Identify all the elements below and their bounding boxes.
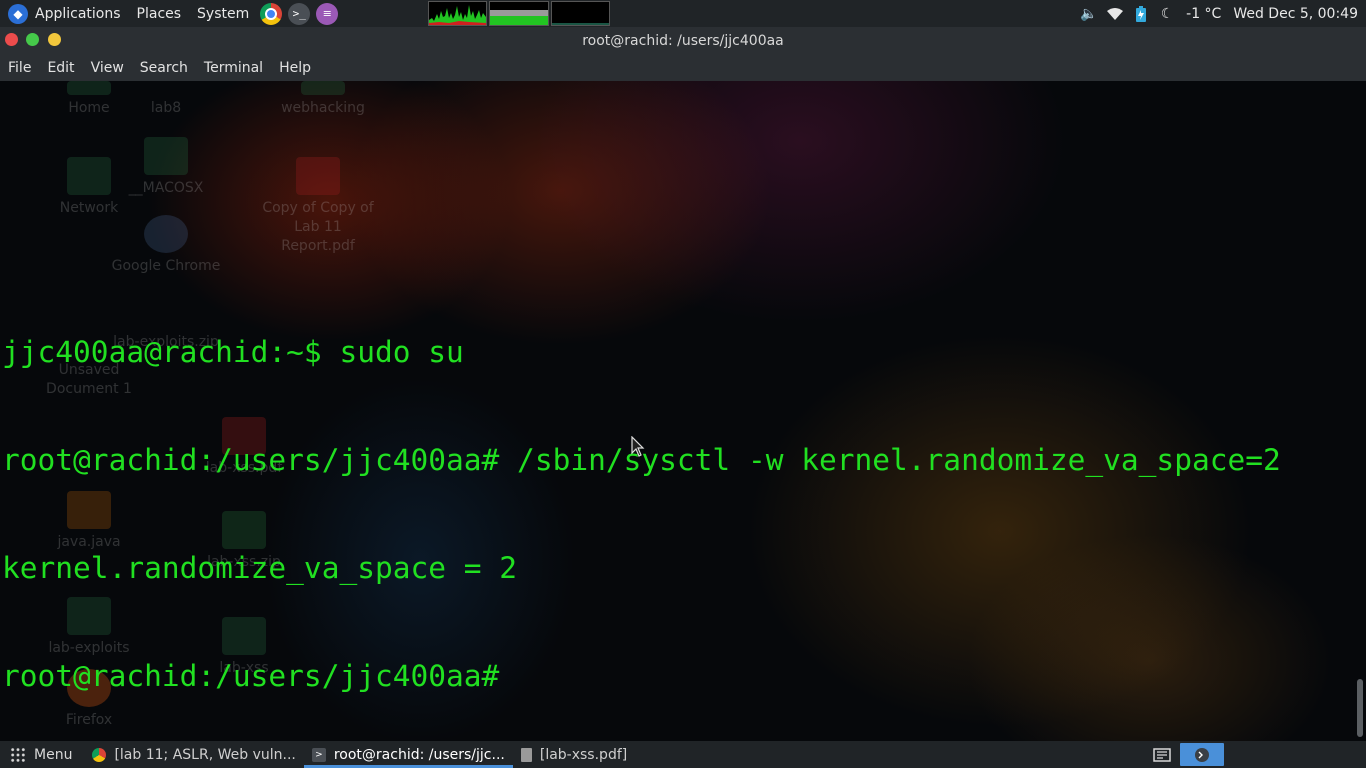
task-label: root@rachid: /users/jjc... <box>333 746 505 763</box>
bottom-panel: Menu [lab 11; ASLR, Web vuln... > root@r… <box>0 741 1366 768</box>
clock[interactable]: Wed Dec 5, 00:49 <box>1227 6 1366 22</box>
places-menu[interactable]: Places <box>129 0 190 27</box>
workspace-switcher-icon[interactable] <box>1144 741 1180 768</box>
text-editor-launcher-icon[interactable]: ≡ <box>316 2 339 25</box>
window-title: root@rachid: /users/jjc400aa <box>582 33 784 49</box>
workspace-area <box>1144 741 1366 768</box>
menu-help[interactable]: Help <box>271 55 319 81</box>
taskbar-item-terminal[interactable]: > root@rachid: /users/jjc... <box>303 741 513 768</box>
terminal-launcher-icon[interactable]: >_ <box>288 2 311 25</box>
menu-edit[interactable]: Edit <box>39 55 82 81</box>
menu-bar: File Edit View Search Terminal Help <box>0 55 1366 81</box>
mouse-pointer-icon <box>631 436 645 457</box>
wifi-icon[interactable] <box>1102 0 1128 27</box>
task-label: [lab 11; ASLR, Web vuln... <box>114 746 296 763</box>
battery-icon[interactable] <box>1128 0 1154 27</box>
volume-icon[interactable]: 🔈 <box>1076 0 1102 27</box>
terminal-scrollbar[interactable] <box>1357 679 1363 737</box>
menu-file[interactable]: File <box>0 55 39 81</box>
terminal-line: kernel.randomize_va_space = 2 <box>2 551 518 585</box>
document-icon <box>520 747 532 762</box>
menu-search[interactable]: Search <box>132 55 196 81</box>
applications-menu[interactable]: ◆ Applications <box>0 0 129 27</box>
active-workspace-terminal-icon[interactable] <box>1180 743 1224 766</box>
moon-icon[interactable]: ☾ <box>1154 0 1180 27</box>
desktop-icon-webhacking: webhacking <box>263 81 383 118</box>
cpu-graph-icon <box>429 5 486 25</box>
system-menu[interactable]: System <box>189 0 257 27</box>
memory-graph-icon <box>490 10 548 25</box>
chrome-icon <box>92 747 107 762</box>
chrome-launcher-icon[interactable] <box>260 2 283 25</box>
desktop-icon-macosx: __MACOSX <box>106 137 226 198</box>
weather-text[interactable]: -1 °C <box>1180 6 1227 22</box>
taskbar-item-chrome[interactable]: [lab 11; ASLR, Web vuln... <box>84 741 303 768</box>
network-monitor[interactable] <box>551 1 610 26</box>
menu-label: Menu <box>34 746 73 763</box>
terminal-area[interactable]: Home lab8 webhacking Network __MACOSX Co… <box>0 81 1366 741</box>
top-panel: ◆ Applications Places System >_ ≡ 🔈 ☾ -1… <box>0 0 1366 27</box>
memory-monitor[interactable] <box>489 1 549 26</box>
menu-view[interactable]: View <box>83 55 132 81</box>
terminal-output[interactable]: jjc400aa@rachid:~$ sudo su root@rachid:/… <box>2 262 1281 741</box>
window-title-bar[interactable]: root@rachid: /users/jjc400aa <box>0 27 1366 55</box>
terminal-prompt-line: root@rachid:/users/jjc400aa# <box>2 659 500 693</box>
applications-label: Applications <box>35 5 121 22</box>
taskbar-item-lab-xss-pdf[interactable]: [lab-xss.pdf] <box>513 741 635 768</box>
app-grid-icon <box>10 746 26 763</box>
task-label: [lab-xss.pdf] <box>539 746 628 763</box>
menu-terminal[interactable]: Terminal <box>196 55 271 81</box>
kali-logo-icon: ◆ <box>8 3 28 24</box>
terminal-icon: > <box>311 747 326 762</box>
network-graph-icon <box>552 23 609 25</box>
cpu-monitor[interactable] <box>428 1 487 26</box>
desktop-icon-lab11-report: Copy of Copy of Lab 11 Report.pdf <box>258 157 378 256</box>
menu-button[interactable]: Menu <box>0 741 84 768</box>
desktop-icon-lab8: lab8 <box>150 100 182 116</box>
terminal-line: jjc400aa@rachid:~$ sudo su <box>2 335 464 369</box>
system-tray: 🔈 ☾ -1 °C Wed Dec 5, 00:49 <box>1076 0 1366 27</box>
